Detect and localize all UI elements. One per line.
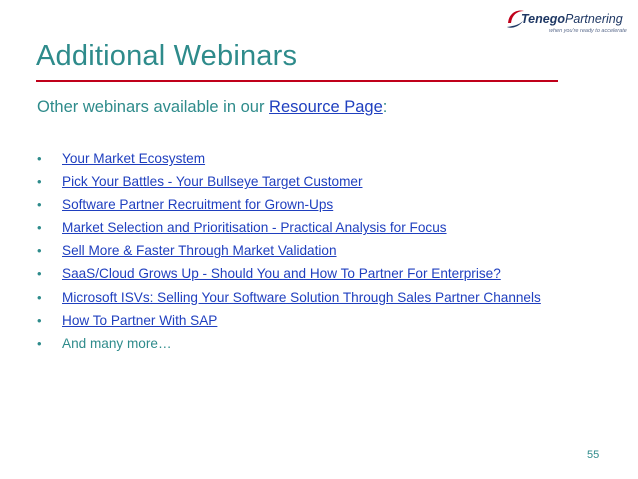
logo-wordmark: TenegoPartnering [521,12,623,26]
logo-brand-part1: Tenego [521,12,565,26]
subtitle: Other webinars available in our Resource… [37,98,387,117]
webinar-link[interactable]: Market Selection and Prioritisation - Pr… [62,220,447,235]
slide: TenegoPartnering when you're ready to ac… [0,0,638,479]
bullet-icon: • [37,335,42,351]
resource-page-link[interactable]: Resource Page [269,98,383,116]
webinar-link[interactable]: Pick Your Battles - Your Bullseye Target… [62,174,362,189]
logo-tagline: when you're ready to accelerate [549,28,627,34]
slide-title: Additional Webinars [36,40,298,72]
bullet-icon: • [37,289,42,305]
webinar-link[interactable]: Sell More & Faster Through Market Valida… [62,243,337,258]
webinar-link[interactable]: SaaS/Cloud Grows Up - Should You and How… [62,266,501,281]
bullet-icon: • [37,174,42,190]
bullet-icon: • [37,220,42,236]
subtitle-prefix: Other webinars available in our [37,98,270,116]
page-number: 55 [587,449,600,461]
bullet-icon: • [37,312,42,328]
webinar-link[interactable]: How To Partner With SAP [62,313,217,328]
bullet-icon: • [37,151,42,166]
bullet-icon: • [37,197,42,213]
webinar-link[interactable]: Your Market Ecosystem [62,151,205,166]
more-webinars-text: And many more… [62,335,172,351]
bullet-icon: • [37,243,42,259]
bullet-icon: • [37,266,42,282]
title-divider [36,80,558,82]
tenego-partnering-logo: TenegoPartnering when you're ready to ac… [505,4,631,42]
subtitle-suffix: : [382,98,388,116]
webinar-link[interactable]: Microsoft ISVs: Selling Your Software So… [62,290,541,305]
logo-brand-part2: Partnering [564,12,623,26]
webinar-link[interactable]: Software Partner Recruitment for Grown-U… [62,197,333,212]
